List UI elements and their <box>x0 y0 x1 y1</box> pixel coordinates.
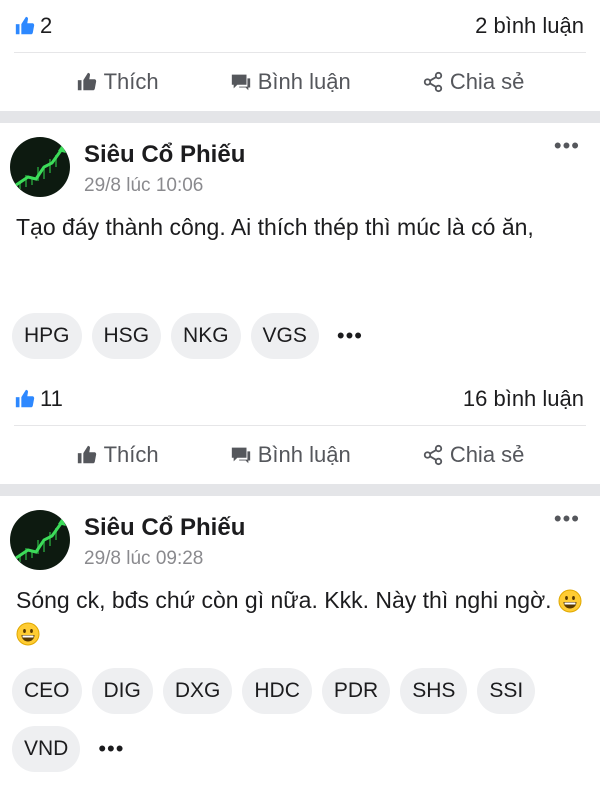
avatar[interactable] <box>10 510 70 570</box>
comment-button[interactable]: Bình luận <box>230 442 351 468</box>
stock-tag[interactable]: CEO <box>12 668 82 714</box>
stock-tag[interactable]: DXG <box>162 668 233 714</box>
stock-tag[interactable]: HPG <box>12 313 82 359</box>
post-separator <box>0 484 600 496</box>
post-header: Siêu Cổ Phiếu 29/8 lúc 09:28 ••• <box>0 496 600 584</box>
author-block: Siêu Cổ Phiếu 29/8 lúc 10:06 <box>84 141 245 197</box>
post-time[interactable]: 29/8 lúc 09:28 <box>84 548 245 570</box>
share-button-label: Chia sẻ <box>449 69 525 94</box>
tag-list: HPG HSG NKG VGS ••• <box>0 307 600 365</box>
thumbs-up-icon <box>76 71 98 93</box>
like-count-value: 2 <box>40 13 53 38</box>
post-stats: 11 16 bình luận <box>0 373 600 425</box>
author-block: Siêu Cổ Phiếu 29/8 lúc 09:28 <box>84 514 245 570</box>
share-button-label: Chia sẻ <box>449 442 525 467</box>
share-button[interactable]: Chia sẻ <box>422 442 525 468</box>
thumbs-up-icon <box>76 444 98 466</box>
post-header: Siêu Cổ Phiếu 29/8 lúc 10:06 ••• <box>0 123 600 211</box>
author-name[interactable]: Siêu Cổ Phiếu <box>84 141 245 169</box>
thumbs-up-icon <box>14 388 36 410</box>
like-count[interactable]: 11 <box>14 386 63 412</box>
post-text: Tạo đáy thành công. Ai thích thép thì mú… <box>16 214 534 240</box>
stock-tag[interactable]: VND <box>12 726 81 772</box>
like-button[interactable]: Thích <box>76 69 159 95</box>
tag-list: CEO DIG DXG HDC PDR SHS SSI VND ••• <box>0 668 600 772</box>
post-text-content: Sóng ck, bđs chứ còn gì nữa. Kkk. Này th… <box>16 587 552 613</box>
comment-icon <box>230 71 252 93</box>
like-button[interactable]: Thích <box>76 442 159 468</box>
stock-tag[interactable]: PDR <box>321 668 391 714</box>
share-icon <box>422 444 444 466</box>
stock-tag[interactable]: DIG <box>91 668 153 714</box>
post-text: Sóng ck, bđs chứ còn gì nữa. Kkk. Này th… <box>0 584 600 668</box>
action-bar: Thích Bình luận Chia sẻ <box>0 53 600 111</box>
like-count-value: 11 <box>40 386 63 411</box>
share-icon <box>422 71 444 93</box>
comment-icon <box>230 444 252 466</box>
comment-button-label: Bình luận <box>257 69 351 94</box>
like-button-label: Thích <box>103 442 159 467</box>
stock-tag[interactable]: HSG <box>91 313 162 359</box>
grinning-face-icon <box>16 622 40 646</box>
action-bar: Thích Bình luận Chia sẻ <box>0 426 600 484</box>
comment-button[interactable]: Bình luận <box>230 69 351 95</box>
stock-tag[interactable]: SHS <box>400 668 468 714</box>
post: Siêu Cổ Phiếu 29/8 lúc 10:06 ••• Tạo đáy… <box>0 123 600 484</box>
like-count[interactable]: 2 <box>14 13 52 39</box>
share-button[interactable]: Chia sẻ <box>422 69 525 95</box>
stock-tag[interactable]: VGS <box>250 313 319 359</box>
like-button-label: Thích <box>103 69 159 94</box>
author-name[interactable]: Siêu Cổ Phiếu <box>84 514 245 542</box>
stock-tag[interactable]: SSI <box>477 668 536 714</box>
post-separator <box>0 111 600 123</box>
comment-count[interactable]: 16 bình luận <box>463 386 584 412</box>
stock-tag[interactable]: NKG <box>171 313 241 359</box>
more-tags-button[interactable]: ••• <box>90 736 124 762</box>
thumbs-up-icon <box>14 15 36 37</box>
comment-button-label: Bình luận <box>257 442 351 467</box>
post: Siêu Cổ Phiếu 29/8 lúc 09:28 ••• Sóng ck… <box>0 496 600 772</box>
post-time[interactable]: 29/8 lúc 10:06 <box>84 175 245 197</box>
more-options-icon[interactable]: ••• <box>554 508 580 530</box>
more-options-icon[interactable]: ••• <box>554 135 580 157</box>
post-stats-top: 2 2 bình luận <box>0 0 600 52</box>
more-tags-button[interactable]: ••• <box>329 323 363 349</box>
grinning-face-icon <box>558 589 582 613</box>
avatar[interactable] <box>10 137 70 197</box>
comment-count[interactable]: 2 bình luận <box>475 13 584 39</box>
stock-tag[interactable]: HDC <box>242 668 312 714</box>
